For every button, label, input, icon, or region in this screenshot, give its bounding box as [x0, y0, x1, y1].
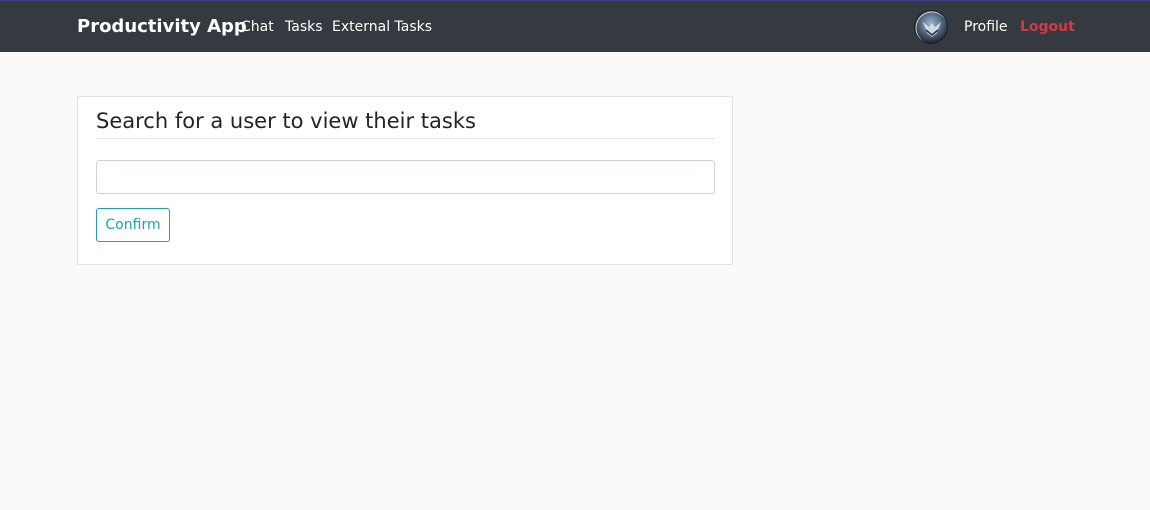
divider [96, 138, 715, 139]
nav-link-profile[interactable]: Profile [964, 19, 1008, 35]
nav-link-external-tasks[interactable]: External Tasks [332, 19, 432, 35]
confirm-button[interactable]: Confirm [96, 208, 170, 242]
brand-link[interactable]: Productivity App [77, 16, 247, 37]
nav-link-tasks[interactable]: Tasks [285, 19, 323, 35]
nav-link-logout[interactable]: Logout [1020, 19, 1075, 35]
top-navbar: Productivity App Chat Tasks External Tas… [0, 0, 1150, 52]
search-user-card: Search for a user to view their tasks Co… [77, 96, 733, 265]
card-title: Search for a user to view their tasks [96, 109, 476, 133]
user-search-input[interactable] [96, 160, 715, 194]
avatar[interactable] [914, 10, 948, 44]
user-avatar-icon [915, 11, 947, 43]
nav-link-chat[interactable]: Chat [241, 19, 274, 35]
